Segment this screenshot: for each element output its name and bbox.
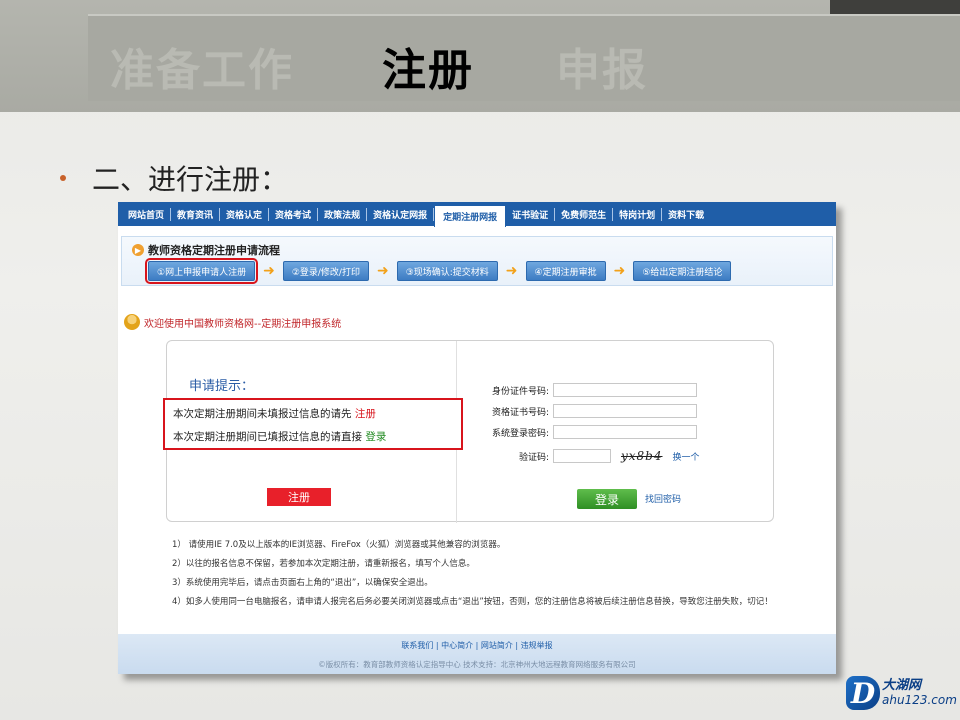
- nav-exam[interactable]: 资格考试: [269, 207, 319, 221]
- captcha-input[interactable]: [553, 449, 611, 463]
- step-3[interactable]: ③现场确认:提交材料: [396, 261, 498, 281]
- arrow-icon: ➜: [505, 263, 518, 279]
- captcha-row: 验证码: yx8b4 换一个: [479, 449, 700, 463]
- brand-mark: D: [846, 676, 880, 710]
- cert-number-label: 资格证书号码:: [491, 407, 549, 418]
- tab-declare: 申报: [556, 45, 648, 96]
- nav-news[interactable]: 教育资讯: [171, 207, 221, 221]
- forgot-password-link[interactable]: 找回密码: [645, 492, 681, 505]
- flow-panel: ▶ 教师资格定期注册申请流程 ①网上申报申请人注册 ➜ ②登录/修改/打印 ➜ …: [121, 236, 833, 286]
- id-number-label: 身份证件号码:: [491, 386, 549, 397]
- tip-highlight-box: 本次定期注册期间未填报过信息的请先 注册 本次定期注册期间已填报过信息的请直接 …: [163, 398, 463, 450]
- tab-prepare: 准备工作: [110, 45, 294, 96]
- arrow-icon: ➜: [263, 263, 275, 279]
- login-panel: 申请提示： 本次定期注册期间未填报过信息的请先 注册 本次定期注册期间已填报过信…: [163, 340, 774, 523]
- nav-policy[interactable]: 政策法规: [318, 207, 368, 221]
- captcha-label: 验证码:: [518, 452, 549, 463]
- nav-free-normal[interactable]: 免费师范生: [555, 207, 614, 221]
- captcha-image: yx8b4: [621, 449, 663, 463]
- tab-register: 注册: [382, 45, 474, 96]
- bullet-item: 二、进行注册：: [60, 158, 288, 198]
- user-icon: [124, 314, 140, 330]
- footer-links[interactable]: 联系我们 | 中心简介 | 网站简介 | 违规举报: [118, 640, 836, 651]
- nav-periodic-registration[interactable]: 定期注册网报: [434, 204, 507, 227]
- welcome-message: 欢迎使用中国教师资格网--定期注册申报系统: [124, 314, 341, 330]
- flow-title-text: 教师资格定期注册申请流程: [148, 244, 280, 257]
- footer-copyright: ©版权所有：教育部教师资格认定指导中心 技术支持：北京神州大地远程教育网络服务有…: [318, 660, 636, 669]
- nav-certification[interactable]: 资格认定: [220, 207, 270, 221]
- nav-cert-verify[interactable]: 证书验证: [506, 207, 556, 221]
- brand-domain: ahu123.com: [882, 693, 957, 707]
- site-footer: 联系我们 | 中心简介 | 网站简介 | 违规举报 ©版权所有：教育部教师资格认…: [118, 634, 836, 674]
- arrow-icon: ➜: [613, 263, 626, 279]
- captcha-refresh-link[interactable]: 换一个: [673, 450, 700, 463]
- nav-downloads[interactable]: 资料下载: [662, 208, 710, 221]
- tip-line-1-text: 本次定期注册期间未填报过信息的请先: [173, 408, 352, 420]
- section-title-bar: 准备工作 注册 申报: [88, 14, 960, 101]
- flow-icon: ▶: [132, 244, 144, 256]
- step-5[interactable]: ⑤给出定期注册结论: [633, 261, 732, 281]
- flow-title: ▶ 教师资格定期注册申请流程: [132, 242, 280, 258]
- password-row: 系统登录密码:: [479, 425, 697, 439]
- tip-line-2-text: 本次定期注册期间已填报过信息的请直接: [173, 431, 362, 443]
- note-item: 4）如多人使用同一台电脑报名，请申请人报完名后务必要关闭浏览器或点击“退出”按钮…: [172, 597, 773, 607]
- password-input[interactable]: [553, 425, 697, 439]
- tip-title: 申请提示：: [189, 379, 255, 394]
- note-item: 2）以往的报名信息不保留，若参加本次定期注册，请重新报名，填写个人信息。: [172, 559, 475, 569]
- id-number-input[interactable]: [553, 383, 697, 397]
- note-item: 1） 请使用IE 7.0及以上版本的IE浏览器、FireFox（火狐）浏览器或其…: [172, 540, 506, 550]
- password-label: 系统登录密码:: [491, 428, 549, 439]
- login-button[interactable]: 登录: [577, 489, 637, 509]
- bullet-icon: [60, 175, 66, 181]
- nav-online-certification[interactable]: 资格认定网报: [367, 207, 435, 221]
- nav-home[interactable]: 网站首页: [122, 207, 172, 221]
- cert-number-input[interactable]: [553, 404, 697, 418]
- tip-pane: 申请提示： 本次定期注册期间未填报过信息的请先 注册 本次定期注册期间已填报过信…: [163, 341, 463, 523]
- site-nav: 网站首页 教育资讯 资格认定 资格考试 政策法规 资格认定网报 定期注册网报 证…: [118, 202, 836, 227]
- tip-login-link[interactable]: 登录: [365, 431, 386, 443]
- nav-special-post[interactable]: 特岗计划: [613, 207, 663, 221]
- id-number-row: 身份证件号码:: [479, 383, 697, 397]
- embedded-screenshot: 网站首页 教育资讯 资格认定 资格考试 政策法规 资格认定网报 定期注册网报 证…: [118, 202, 836, 674]
- tip-line-1: 本次定期注册期间未填报过信息的请先 注册: [173, 406, 376, 421]
- notes-list: 1） 请使用IE 7.0及以上版本的IE浏览器、FireFox（火狐）浏览器或其…: [172, 536, 812, 612]
- flow-steps: ①网上申报申请人注册 ➜ ②登录/修改/打印 ➜ ③现场确认:提交材料 ➜ ④定…: [144, 258, 732, 284]
- step-4[interactable]: ④定期注册审批: [525, 261, 606, 281]
- bullet-text: 二、进行注册：: [92, 163, 289, 196]
- brand-name: 大湖网: [882, 678, 922, 693]
- brand-text: 大湖网 ahu123.com: [882, 678, 957, 708]
- brand-logo: D 大湖网 ahu123.com: [846, 676, 957, 710]
- step-1[interactable]: ①网上申报申请人注册: [144, 258, 259, 284]
- register-button[interactable]: 注册: [267, 488, 331, 506]
- arrow-icon: ➜: [376, 263, 389, 279]
- step-2[interactable]: ②登录/修改/打印: [282, 261, 369, 281]
- cert-number-row: 资格证书号码:: [479, 404, 697, 418]
- welcome-text: 欢迎使用中国教师资格网--定期注册申报系统: [144, 318, 342, 330]
- note-item: 3）系统使用完毕后，请点击页面右上角的“退出”，以确保安全退出。: [172, 578, 433, 588]
- tip-line-2: 本次定期注册期间已填报过信息的请直接 登录: [173, 429, 386, 444]
- tip-register-link[interactable]: 注册: [355, 408, 376, 420]
